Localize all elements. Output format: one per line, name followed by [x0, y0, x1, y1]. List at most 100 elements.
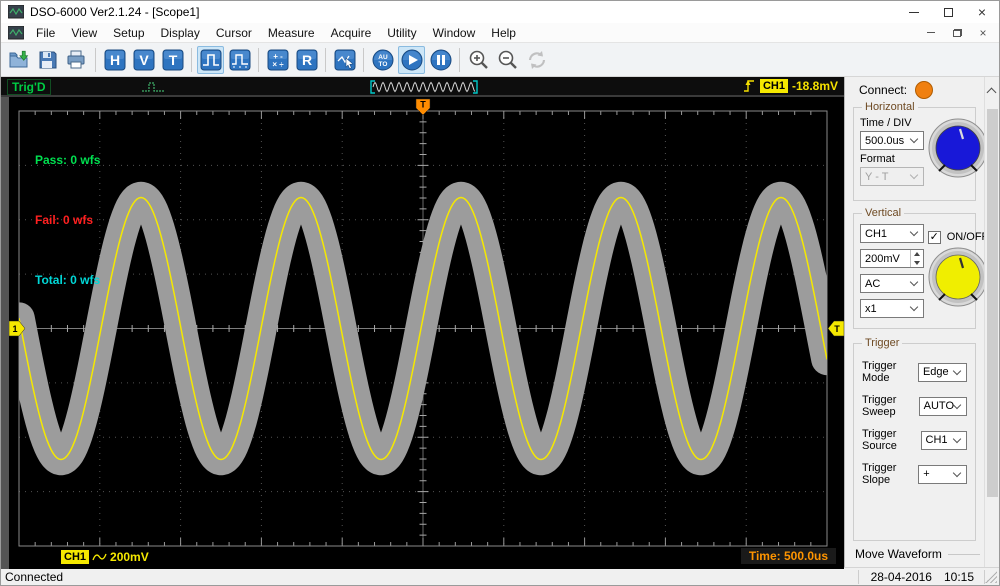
status-bar: Connected 28-04-2016 10:15 — [1, 567, 999, 585]
waveform-record-button[interactable] — [226, 46, 253, 74]
reference-button[interactable]: R — [293, 46, 320, 74]
open-folder-icon — [8, 49, 30, 71]
close-icon: × — [978, 5, 986, 19]
trigger-sweep-row: Trigger Sweep AUTO — [862, 394, 967, 418]
trigger-slope-select[interactable]: + — [918, 465, 967, 484]
mdi-close-button[interactable]: × — [975, 26, 991, 40]
menu-help[interactable]: Help — [483, 24, 524, 42]
scrollbar-thumb[interactable] — [987, 109, 998, 497]
reference-r-icon: R — [296, 49, 318, 71]
open-button[interactable] — [5, 46, 32, 74]
horizontal-knob[interactable] — [926, 115, 990, 185]
trigger-mode-row: Trigger Mode Edge — [862, 360, 967, 384]
probe-value: x1 — [865, 303, 911, 315]
mdi-close-icon: × — [979, 27, 986, 39]
menu-file[interactable]: File — [28, 24, 63, 42]
pass-fail-test-button[interactable] — [197, 46, 224, 74]
close-button[interactable]: × — [965, 1, 999, 23]
pulse-icon — [200, 49, 222, 71]
connect-status-led[interactable] — [915, 81, 933, 99]
zoom-out-icon — [497, 49, 519, 71]
format-select[interactable]: Y - T — [860, 167, 924, 186]
trigger-mode-select[interactable]: Edge — [918, 363, 967, 382]
connect-row: Connect: — [845, 77, 984, 101]
refresh-button[interactable] — [523, 46, 550, 74]
save-button[interactable] — [34, 46, 61, 74]
menu-utility[interactable]: Utility — [379, 24, 424, 42]
trigger-status-bar: Trig'D CH1 -18.8mV — [1, 77, 844, 97]
channel-onoff-checkbox[interactable]: ✓ — [928, 231, 941, 244]
trigger-mode-value: Edge — [923, 366, 954, 378]
math-button[interactable]: + -× ÷ — [264, 46, 291, 74]
mdi-minimize-button[interactable] — [923, 26, 939, 40]
menu-setup[interactable]: Setup — [105, 24, 152, 42]
maximize-button[interactable] — [931, 1, 965, 23]
chevron-down-icon — [910, 278, 918, 286]
time-div-select[interactable]: 500.0us — [860, 131, 924, 150]
trigger-source-label: Trigger Source — [862, 428, 921, 452]
print-button[interactable] — [63, 46, 90, 74]
menu-bar: File View Setup Display Cursor Measure A… — [1, 23, 999, 43]
svg-text:TO: TO — [378, 61, 387, 68]
waveform-preview[interactable] — [369, 79, 479, 95]
zoom-out-button[interactable] — [494, 46, 521, 74]
mdi-restore-button[interactable] — [949, 26, 965, 40]
spinner-up-button[interactable] — [911, 250, 923, 259]
resize-grip[interactable] — [985, 571, 997, 583]
panel-scrollbar[interactable] — [984, 77, 999, 567]
zoom-in-button[interactable] — [465, 46, 492, 74]
total-count: Total: 0 wfs — [35, 270, 100, 290]
title-bar: DSO-6000 Ver2.1.24 - [Scope1] × — [1, 1, 999, 23]
chevron-down-icon — [910, 303, 918, 311]
play-icon — [401, 49, 423, 71]
move-waveform-label: Move Waveform — [855, 547, 942, 561]
trigger-group: Trigger Trigger Mode Edge Trigger Sweep … — [853, 343, 976, 541]
channel-value: CH1 — [865, 228, 911, 240]
channel-select[interactable]: CH1 — [860, 224, 924, 243]
svg-text:T: T — [168, 52, 177, 68]
window-title: DSO-6000 Ver2.1.24 - [Scope1] — [30, 5, 199, 19]
vertical-knob[interactable] — [926, 244, 990, 314]
sine-coupling-icon — [92, 552, 107, 563]
pause-button[interactable] — [427, 46, 454, 74]
scale-spinner[interactable]: 200mV — [860, 249, 924, 268]
svg-text:T: T — [834, 324, 840, 334]
autoset-button[interactable]: AUTO — [369, 46, 396, 74]
cursor-select-icon — [334, 49, 356, 71]
menu-cursor[interactable]: Cursor — [208, 24, 260, 42]
pause-icon — [430, 49, 452, 71]
toolbar-separator — [191, 48, 192, 72]
toolbar-separator — [325, 48, 326, 72]
vertical-v-icon: V — [133, 49, 155, 71]
triangle-down-icon — [914, 261, 920, 265]
scope-display[interactable]: 1TT Pass: 0 wfs Fail: 0 wfs Total: 0 wfs… — [1, 97, 844, 569]
scope-column: Trig'D CH1 -18.8mV 1TT Pass: 0 wfs Fail:… — [1, 77, 844, 567]
trigger-source-select[interactable]: CH1 — [921, 431, 967, 450]
vertical-settings-button[interactable]: V — [130, 46, 157, 74]
coupling-select[interactable]: AC — [860, 274, 924, 293]
menu-window[interactable]: Window — [425, 24, 484, 42]
pulse-measure-icon — [229, 49, 251, 71]
chevron-down-icon — [910, 135, 918, 143]
menu-view[interactable]: View — [63, 24, 105, 42]
coupling-value: AC — [865, 278, 911, 290]
select-waveform-button[interactable] — [331, 46, 358, 74]
app-window: DSO-6000 Ver2.1.24 - [Scope1] × File Vie… — [0, 0, 1000, 586]
scroll-up-icon — [987, 88, 997, 98]
run-button[interactable] — [398, 46, 425, 74]
horizontal-settings-button[interactable]: H — [101, 46, 128, 74]
probe-select[interactable]: x1 — [860, 299, 924, 318]
group-border — [948, 554, 980, 555]
zoom-in-icon — [468, 49, 490, 71]
spinner-down-button[interactable] — [911, 259, 923, 268]
timebase-readout: Time: 500.0us — [741, 548, 836, 564]
move-waveform-section: Move Waveform — [855, 547, 980, 561]
menu-measure[interactable]: Measure — [260, 24, 323, 42]
rising-edge-icon — [743, 79, 756, 93]
menu-display[interactable]: Display — [153, 24, 208, 42]
minimize-button[interactable] — [897, 1, 931, 23]
menu-acquire[interactable]: Acquire — [323, 24, 380, 42]
trigger-sweep-select[interactable]: AUTO — [919, 397, 967, 416]
trigger-settings-button[interactable]: T — [159, 46, 186, 74]
svg-text:V: V — [139, 52, 149, 68]
